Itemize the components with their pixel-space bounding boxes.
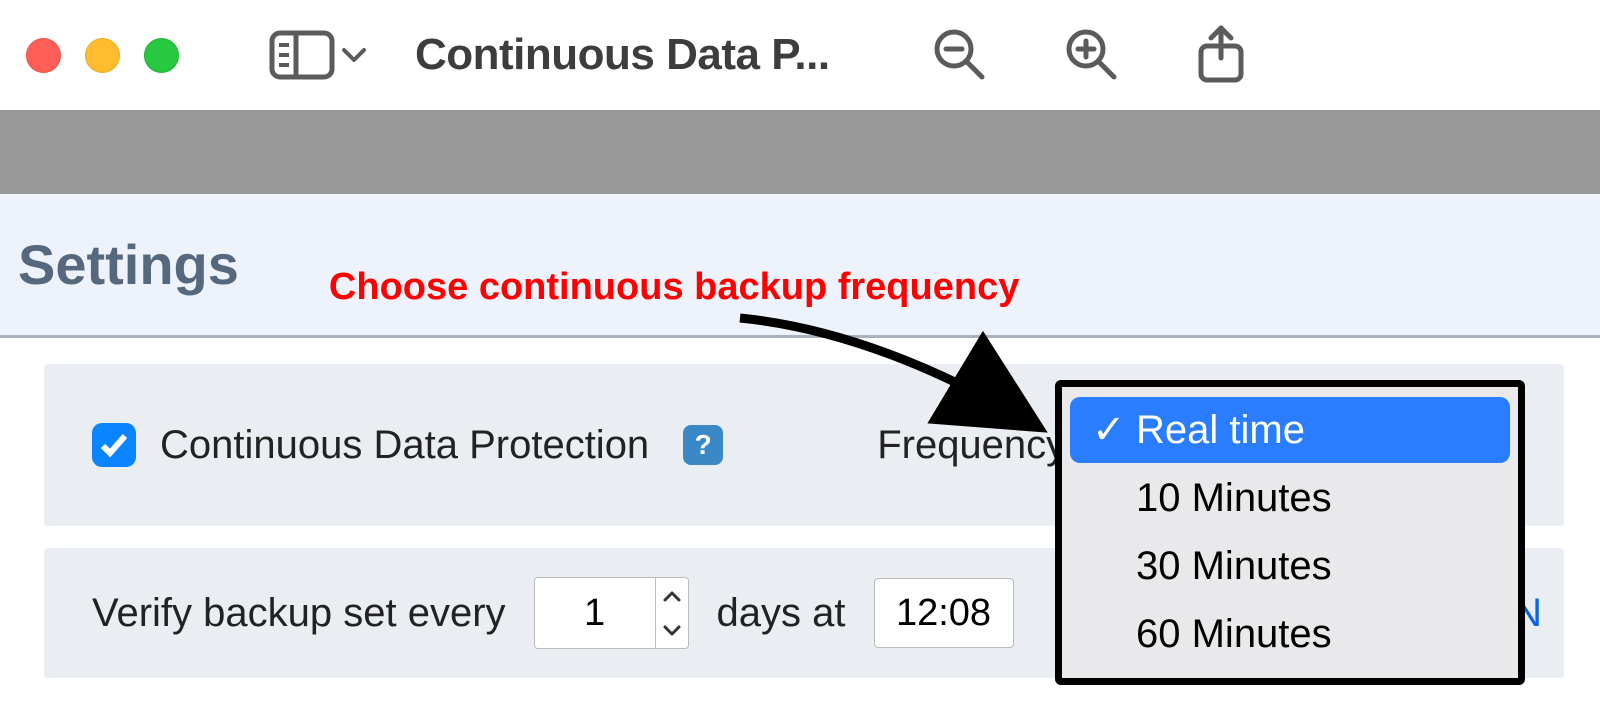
grey-separator-bar: [0, 110, 1600, 194]
cdp-checkbox-label: Continuous Data Protection: [160, 423, 649, 468]
minimize-window-button[interactable]: [85, 38, 120, 73]
settings-heading: Settings: [18, 232, 239, 297]
verify-days-stepper-buttons: [655, 578, 688, 648]
verify-days-input[interactable]: [535, 578, 655, 648]
fullscreen-window-button[interactable]: [144, 38, 179, 73]
zoom-out-button[interactable]: [930, 25, 990, 85]
frequency-option-30min[interactable]: 30 Minutes: [1070, 534, 1510, 600]
sidebar-toggle-button[interactable]: [269, 30, 367, 80]
chevron-down-icon: [341, 46, 367, 64]
verify-days-stepper[interactable]: [534, 577, 689, 649]
settings-header: Settings Choose continuous backup freque…: [0, 194, 1600, 338]
frequency-option-label: 10 Minutes: [1092, 476, 1332, 521]
frequency-option-label: 60 Minutes: [1092, 612, 1332, 657]
verify-prefix-label: Verify backup set every: [92, 591, 506, 636]
window-title: Continuous Data P...: [415, 30, 830, 80]
frequency-option-10min[interactable]: 10 Minutes: [1070, 465, 1510, 531]
frequency-option-label: Real time: [1128, 408, 1305, 453]
cdp-help-button[interactable]: ?: [683, 425, 723, 465]
chevron-down-icon: [663, 625, 681, 637]
frequency-option-realtime[interactable]: ✓ Real time: [1070, 397, 1510, 463]
chevron-up-icon: [663, 590, 681, 602]
annotation-text: Choose continuous backup frequency: [329, 220, 1019, 309]
frequency-label: Frequency: [877, 423, 1066, 468]
check-icon: [99, 431, 129, 459]
sidebar-toggle-icon: [269, 30, 335, 80]
close-window-button[interactable]: [26, 38, 61, 73]
window-titlebar: Continuous Data P...: [0, 0, 1600, 110]
verify-time-input[interactable]: [874, 578, 1014, 648]
frequency-dropdown[interactable]: ✓ Real time 10 Minutes 30 Minutes 60 Min…: [1055, 380, 1525, 685]
window-traffic-lights: [26, 38, 179, 73]
frequency-option-label: 30 Minutes: [1092, 544, 1332, 589]
zoom-in-button[interactable]: [1062, 25, 1122, 85]
frequency-option-60min[interactable]: 60 Minutes: [1070, 602, 1510, 668]
verify-days-word: days at: [717, 591, 846, 636]
cdp-checkbox[interactable]: [92, 423, 136, 467]
share-button[interactable]: [1194, 24, 1248, 86]
stepper-down-button[interactable]: [656, 613, 688, 648]
toolbar-right: [930, 24, 1248, 86]
stepper-up-button[interactable]: [656, 578, 688, 613]
check-icon: ✓: [1092, 407, 1128, 453]
